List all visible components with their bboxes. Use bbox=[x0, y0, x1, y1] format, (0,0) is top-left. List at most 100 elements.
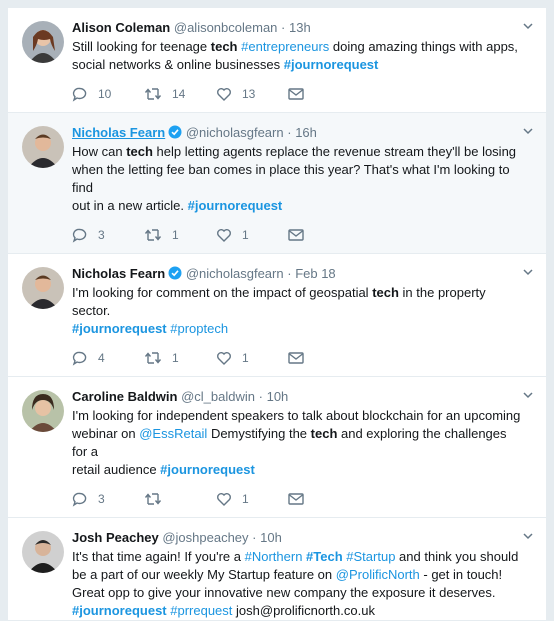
tweet[interactable]: Nicholas Fearn @nicholasgfearn · Feb 18 … bbox=[8, 254, 546, 377]
text-segment: I'm looking for independent speakers to … bbox=[72, 408, 521, 423]
direct-message-button[interactable] bbox=[288, 228, 314, 242]
hashtag-link[interactable]: #journorequest bbox=[72, 603, 167, 618]
retweet-button[interactable]: 1 bbox=[144, 227, 216, 243]
envelope-icon bbox=[288, 493, 304, 505]
tweet-text-line: #journorequest #prrequest josh@prolificn… bbox=[72, 602, 524, 620]
like-button[interactable]: 1 bbox=[216, 350, 288, 366]
timestamp[interactable]: 10h bbox=[267, 389, 289, 404]
heart-icon bbox=[217, 493, 231, 506]
text-segment: Demystifying the bbox=[207, 426, 311, 441]
like-button[interactable]: 1 bbox=[216, 227, 288, 243]
chevron-down-icon[interactable] bbox=[522, 530, 534, 542]
author-handle[interactable]: @cl_baldwin bbox=[181, 389, 255, 404]
chevron-down-icon[interactable] bbox=[522, 125, 534, 137]
text-segment: out in a new article. bbox=[72, 198, 188, 213]
tweet-actions: 3 1 1 bbox=[72, 217, 532, 253]
retweet-icon bbox=[144, 229, 162, 241]
heart-icon bbox=[217, 229, 231, 242]
tweet-text: I'm looking for independent speakers to … bbox=[72, 407, 532, 479]
reply-button[interactable]: 3 bbox=[72, 491, 144, 507]
author-name[interactable]: Josh Peachey bbox=[72, 530, 159, 545]
tweet-header: Alison Coleman @alisonbcoleman · 13h bbox=[72, 19, 532, 37]
text-segment: doing amazing things with apps, bbox=[329, 39, 518, 54]
verified-badge-icon bbox=[168, 125, 182, 139]
tweet[interactable]: Alison Coleman @alisonbcoleman · 13h Sti… bbox=[8, 8, 546, 113]
envelope-icon bbox=[288, 88, 304, 100]
hashtag-link[interactable]: #Northern bbox=[245, 549, 303, 564]
timestamp[interactable]: 16h bbox=[295, 125, 317, 140]
direct-message-button[interactable] bbox=[288, 87, 314, 101]
timestamp[interactable]: Feb 18 bbox=[295, 266, 335, 281]
reply-button[interactable]: 10 bbox=[72, 86, 144, 102]
retweet-count: 1 bbox=[172, 228, 179, 242]
hashtag-link[interactable]: #entrepreneurs bbox=[241, 39, 329, 54]
hashtag-link[interactable]: #prrequest bbox=[170, 603, 232, 618]
hashtag-link[interactable]: @EssRetail bbox=[139, 426, 207, 441]
tweet-text-line: when the letting fee ban comes in place … bbox=[72, 161, 524, 197]
tweet[interactable]: Josh Peachey @joshpeachey · 10h It's tha… bbox=[8, 518, 546, 621]
hashtag-link[interactable]: @ProlificNorth bbox=[336, 567, 420, 582]
avatar[interactable] bbox=[22, 126, 64, 168]
envelope-icon bbox=[288, 229, 304, 241]
author-name[interactable]: Nicholas Fearn bbox=[72, 125, 165, 140]
retweet-button[interactable]: 14 bbox=[144, 86, 216, 102]
author-name[interactable]: Caroline Baldwin bbox=[72, 389, 177, 404]
tweet[interactable]: Nicholas Fearn @nicholasgfearn · 16h How… bbox=[8, 113, 546, 254]
text-segment: I'm looking for comment on the impact of… bbox=[72, 285, 373, 300]
direct-message-button[interactable] bbox=[288, 351, 314, 365]
tweet-text-line: I'm looking for comment on the impact of… bbox=[72, 284, 524, 320]
hashtag-link[interactable]: #Startup bbox=[346, 549, 395, 564]
timestamp[interactable]: 10h bbox=[260, 530, 282, 545]
hashtag-link[interactable]: #journorequest bbox=[72, 321, 167, 336]
reply-icon bbox=[72, 228, 87, 243]
reply-count: 4 bbox=[98, 351, 105, 365]
verified-badge-icon bbox=[168, 266, 182, 280]
separator-dot: · bbox=[287, 125, 292, 140]
hashtag-link[interactable]: #Tech bbox=[306, 549, 343, 564]
reply-button[interactable]: 4 bbox=[72, 350, 144, 366]
tweet-header: Nicholas Fearn @nicholasgfearn · 16h bbox=[72, 124, 532, 142]
text-segment: and think you should bbox=[395, 549, 519, 564]
tweet-text-line: out in a new article. #journorequest bbox=[72, 197, 524, 215]
tweet-text-line: social networks & online businesses #jou… bbox=[72, 56, 524, 74]
author-name[interactable]: Nicholas Fearn bbox=[72, 266, 165, 281]
text-segment: How can bbox=[72, 144, 127, 159]
author-handle[interactable]: @alisonbcoleman bbox=[174, 20, 278, 35]
tweet-actions: 3 1 bbox=[72, 481, 532, 517]
avatar[interactable] bbox=[22, 267, 64, 309]
like-button[interactable]: 13 bbox=[216, 86, 288, 102]
author-handle[interactable]: @nicholasgfearn bbox=[186, 125, 284, 140]
avatar[interactable] bbox=[22, 531, 64, 573]
tweet-text: How can tech help letting agents replace… bbox=[72, 143, 532, 215]
retweet-button[interactable] bbox=[144, 491, 216, 507]
like-count: 13 bbox=[242, 87, 256, 101]
text-segment: Still looking for teenage bbox=[72, 39, 211, 54]
direct-message-button[interactable] bbox=[288, 492, 314, 506]
hashtag-link[interactable]: #proptech bbox=[170, 321, 228, 336]
chevron-down-icon[interactable] bbox=[522, 20, 534, 32]
chevron-down-icon[interactable] bbox=[522, 389, 534, 401]
tweet-text-line: retail audience #journorequest bbox=[72, 461, 524, 479]
tweet-feed: Alison Coleman @alisonbcoleman · 13h Sti… bbox=[8, 8, 546, 621]
text-segment: It's that time again! If you're a bbox=[72, 549, 245, 564]
timestamp[interactable]: 13h bbox=[289, 20, 311, 35]
author-handle[interactable]: @joshpeachey bbox=[162, 530, 248, 545]
avatar[interactable] bbox=[22, 390, 64, 432]
hashtag-link[interactable]: #journorequest bbox=[160, 462, 255, 477]
retweet-count: 14 bbox=[172, 87, 186, 101]
heart-icon bbox=[217, 88, 231, 101]
tweet[interactable]: Caroline Baldwin @cl_baldwin · 10h I'm l… bbox=[8, 377, 546, 518]
hashtag-link[interactable]: #journorequest bbox=[284, 57, 379, 72]
retweet-icon bbox=[144, 352, 162, 364]
text-segment: webinar on bbox=[72, 426, 140, 441]
text-segment: when the letting fee ban comes in place … bbox=[72, 162, 510, 195]
retweet-button[interactable]: 1 bbox=[144, 350, 216, 366]
avatar[interactable] bbox=[22, 21, 64, 63]
author-name[interactable]: Alison Coleman bbox=[72, 20, 170, 35]
chevron-down-icon[interactable] bbox=[522, 266, 534, 278]
hashtag-link[interactable]: #journorequest bbox=[188, 198, 283, 213]
like-button[interactable]: 1 bbox=[216, 491, 288, 507]
author-handle[interactable]: @nicholasgfearn bbox=[186, 266, 284, 281]
reply-button[interactable]: 3 bbox=[72, 227, 144, 243]
tweet-text-line: be a part of our weekly My Startup featu… bbox=[72, 566, 524, 584]
